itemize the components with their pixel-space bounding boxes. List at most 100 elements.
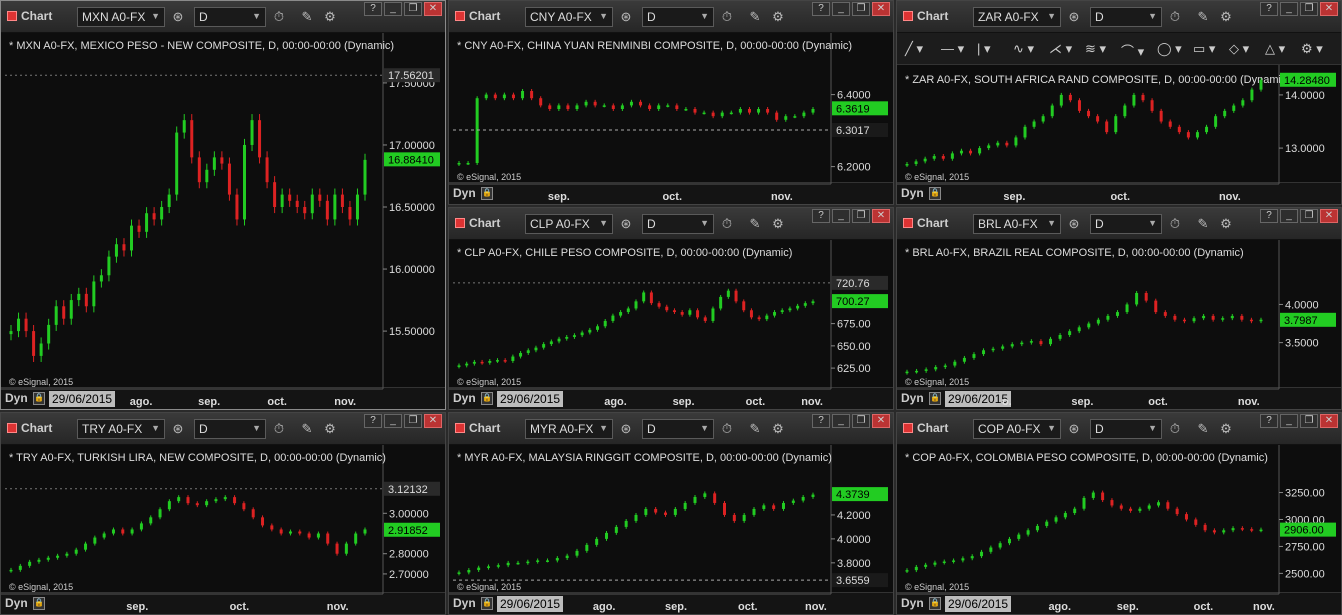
close-button[interactable]: ✕: [1320, 2, 1338, 16]
fan-tool-icon[interactable]: ⋌ ▾: [1049, 41, 1072, 57]
chart-panel-4[interactable]: Chart CLP A0-FX ▼ ⊛ D ▼ ⏱ ✎ ⚙? _ ❐ ✕ Dyn 🔒 29/06/2015 *…: [448, 207, 894, 410]
restore-button[interactable]: ❐: [852, 2, 870, 16]
restore-button[interactable]: ❐: [1300, 209, 1318, 223]
close-button[interactable]: ✕: [1320, 414, 1338, 428]
symbol-selector[interactable]: MXN A0-FX ▼: [77, 7, 165, 27]
interval-link-icon[interactable]: ⏱: [1165, 7, 1185, 27]
gear-icon[interactable]: ⚙: [320, 419, 340, 439]
interval-selector[interactable]: D ▼: [642, 214, 714, 234]
interval-selector[interactable]: D ▼: [1090, 419, 1162, 439]
pencil-icon[interactable]: ✎: [297, 7, 317, 27]
minimize-button[interactable]: _: [832, 209, 850, 223]
freehand-tool-icon[interactable]: ∿ ▾: [1013, 41, 1034, 57]
restore-button[interactable]: ❐: [852, 414, 870, 428]
help-button[interactable]: ?: [812, 2, 830, 16]
chart-panel-1[interactable]: Chart MXN A0-FX ▼ ⊛ D ▼ ⏱ ✎ ⚙? _ ❐ ✕ Dyn 🔒 29/06/2015 *…: [0, 0, 446, 410]
symbol-selector[interactable]: CNY A0-FX ▼: [525, 7, 613, 27]
pencil-icon[interactable]: ✎: [1193, 7, 1213, 27]
symbol-selector[interactable]: BRL A0-FX ▼: [973, 214, 1061, 234]
minimize-button[interactable]: _: [384, 2, 402, 16]
gear-icon[interactable]: ⚙: [320, 7, 340, 27]
symbol-link-icon[interactable]: ⊛: [1064, 214, 1084, 234]
gear-icon[interactable]: ⚙: [1216, 7, 1236, 27]
price-chart[interactable]: * MXN A0-FX, MEXICO PESO - NEW COMPOSITE…: [1, 33, 446, 410]
price-chart[interactable]: * TRY A0-FX, TURKISH LIRA, NEW COMPOSITE…: [1, 445, 446, 615]
symbol-selector[interactable]: CLP A0-FX ▼: [525, 214, 613, 234]
restore-button[interactable]: ❐: [404, 414, 422, 428]
help-button[interactable]: ?: [1260, 414, 1278, 428]
restore-button[interactable]: ❐: [404, 2, 422, 16]
symbol-link-icon[interactable]: ⊛: [1064, 419, 1084, 439]
symbol-selector[interactable]: TRY A0-FX ▼: [77, 419, 165, 439]
price-chart[interactable]: * COP A0-FX, COLOMBIA PESO COMPOSITE, D,…: [897, 445, 1342, 615]
chart-panel-3[interactable]: Chart ZAR A0-FX ▼ ⊛ D ▼ ⏱ ✎ ⚙? _ ❐ ✕ ╱ ▾ — ▾ | ▾ ∿ ▾ ⋌ ▾…: [896, 0, 1342, 205]
restore-button[interactable]: ❐: [1300, 414, 1318, 428]
minimize-button[interactable]: _: [1280, 2, 1298, 16]
close-button[interactable]: ✕: [872, 2, 890, 16]
minimize-button[interactable]: _: [832, 414, 850, 428]
price-chart[interactable]: * CNY A0-FX, CHINA YUAN RENMINBI COMPOSI…: [449, 33, 894, 205]
panel-title-bar[interactable]: Chart CLP A0-FX ▼ ⊛ D ▼ ⏱ ✎ ⚙? _ ❐ ✕: [449, 208, 893, 240]
interval-link-icon[interactable]: ⏱: [717, 214, 737, 234]
interval-link-icon[interactable]: ⏱: [717, 419, 737, 439]
eraser-tool-icon[interactable]: ◇ ▾: [1229, 41, 1249, 57]
price-chart[interactable]: * ZAR A0-FX, SOUTH AFRICA RAND COMPOSITE…: [897, 65, 1342, 205]
chart-panel-5[interactable]: Chart BRL A0-FX ▼ ⊛ D ▼ ⏱ ✎ ⚙? _ ❐ ✕ Dyn 🔒 29/06/2015 *…: [896, 207, 1342, 410]
pencil-icon[interactable]: ✎: [745, 214, 765, 234]
interval-selector[interactable]: D ▼: [642, 419, 714, 439]
chart-panel-2[interactable]: Chart CNY A0-FX ▼ ⊛ D ▼ ⏱ ✎ ⚙? _ ❐ ✕ Dyn 🔒 * CNY A0-FX…: [448, 0, 894, 205]
symbol-link-icon[interactable]: ⊛: [168, 7, 188, 27]
symbol-link-icon[interactable]: ⊛: [616, 214, 636, 234]
price-chart[interactable]: * CLP A0-FX, CHILE PESO COMPOSITE, D, 00…: [449, 240, 894, 410]
gear-icon[interactable]: ⚙: [768, 214, 788, 234]
interval-selector[interactable]: D ▼: [194, 7, 266, 27]
minimize-button[interactable]: _: [832, 2, 850, 16]
panel-title-bar[interactable]: Chart TRY A0-FX ▼ ⊛ D ▼ ⏱ ✎ ⚙? _ ❐ ✕: [1, 413, 445, 445]
gear-icon[interactable]: ⚙: [768, 419, 788, 439]
price-chart[interactable]: * MYR A0-FX, MALAYSIA RINGGIT COMPOSITE,…: [449, 445, 894, 615]
interval-link-icon[interactable]: ⏱: [269, 7, 289, 27]
vertical-line-tool-icon[interactable]: | ▾: [977, 41, 991, 57]
symbol-link-icon[interactable]: ⊛: [616, 419, 636, 439]
chart-panel-6[interactable]: Chart TRY A0-FX ▼ ⊛ D ▼ ⏱ ✎ ⚙? _ ❐ ✕ Dyn 🔒 * TRY A0-FX…: [0, 412, 446, 615]
close-button[interactable]: ✕: [424, 414, 442, 428]
horizontal-line-tool-icon[interactable]: — ▾: [941, 41, 964, 57]
price-chart[interactable]: * BRL A0-FX, BRAZIL REAL COMPOSITE, D, 0…: [897, 240, 1342, 410]
interval-selector[interactable]: D ▼: [1090, 7, 1162, 27]
help-button[interactable]: ?: [1260, 2, 1278, 16]
panel-title-bar[interactable]: Chart MXN A0-FX ▼ ⊛ D ▼ ⏱ ✎ ⚙? _ ❐ ✕: [1, 1, 445, 33]
symbol-link-icon[interactable]: ⊛: [616, 7, 636, 27]
panel-title-bar[interactable]: Chart BRL A0-FX ▼ ⊛ D ▼ ⏱ ✎ ⚙? _ ❐ ✕: [897, 208, 1341, 240]
rectangle-tool-icon[interactable]: ▭ ▾: [1193, 41, 1215, 57]
pencil-line-tool-icon[interactable]: ╱ ▾: [905, 41, 923, 57]
gear-icon[interactable]: ⚙: [768, 7, 788, 27]
restore-button[interactable]: ❐: [1300, 2, 1318, 16]
interval-link-icon[interactable]: ⏱: [717, 7, 737, 27]
interval-link-icon[interactable]: ⏱: [269, 419, 289, 439]
help-button[interactable]: ?: [812, 209, 830, 223]
gear-icon[interactable]: ⚙: [1216, 214, 1236, 234]
close-button[interactable]: ✕: [424, 2, 442, 16]
chart-panel-8[interactable]: Chart COP A0-FX ▼ ⊛ D ▼ ⏱ ✎ ⚙? _ ❐ ✕ Dyn 🔒 29/06/2015 *…: [896, 412, 1342, 615]
interval-selector[interactable]: D ▼: [194, 419, 266, 439]
fib-tool-icon[interactable]: ≋ ▾: [1085, 41, 1106, 57]
interval-selector[interactable]: D ▼: [642, 7, 714, 27]
arc-tool-icon[interactable]: ⌒ ▾: [1121, 41, 1144, 60]
pencil-icon[interactable]: ✎: [1193, 214, 1213, 234]
minimize-button[interactable]: _: [1280, 414, 1298, 428]
help-button[interactable]: ?: [364, 414, 382, 428]
restore-button[interactable]: ❐: [852, 209, 870, 223]
settings-tool-icon[interactable]: ⚙ ▾: [1301, 41, 1323, 57]
close-button[interactable]: ✕: [872, 209, 890, 223]
close-button[interactable]: ✕: [1320, 209, 1338, 223]
help-button[interactable]: ?: [1260, 209, 1278, 223]
minimize-button[interactable]: _: [384, 414, 402, 428]
pencil-icon[interactable]: ✎: [297, 419, 317, 439]
symbol-selector[interactable]: MYR A0-FX ▼: [525, 419, 613, 439]
panel-title-bar[interactable]: Chart MYR A0-FX ▼ ⊛ D ▼ ⏱ ✎ ⚙? _ ❐ ✕: [449, 413, 893, 445]
pencil-icon[interactable]: ✎: [745, 419, 765, 439]
interval-link-icon[interactable]: ⏱: [1165, 419, 1185, 439]
symbol-selector[interactable]: COP A0-FX ▼: [973, 419, 1061, 439]
gear-icon[interactable]: ⚙: [1216, 419, 1236, 439]
help-button[interactable]: ?: [364, 2, 382, 16]
